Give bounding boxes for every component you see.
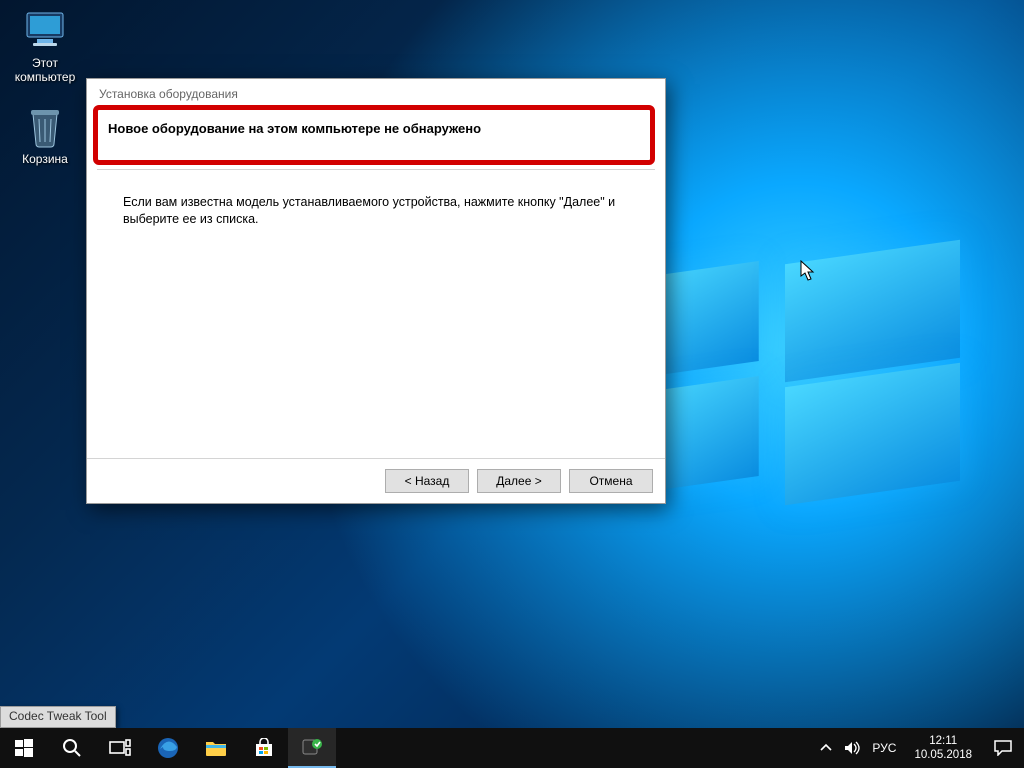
edge-icon (157, 737, 179, 759)
desktop-icon-recycle-bin[interactable]: Корзина (6, 104, 84, 166)
wizard-body-text: Если вам известна модель устанавливаемог… (87, 170, 665, 458)
task-view-button[interactable] (96, 728, 144, 768)
tray-overflow-button[interactable] (820, 742, 832, 754)
taskbar-app-hardware-wizard[interactable] (288, 728, 336, 768)
start-icon (15, 739, 33, 757)
wizard-title: Установка оборудования (87, 79, 665, 107)
file-explorer-icon (205, 739, 227, 757)
tray-volume-button[interactable] (844, 741, 860, 755)
chevron-up-icon (820, 742, 832, 754)
wallpaper-windows-logo (620, 270, 960, 500)
wizard-footer: < Назад Далее > Отмена (87, 458, 665, 503)
search-button[interactable] (48, 728, 96, 768)
mouse-cursor-icon (800, 260, 816, 282)
hardware-wizard-icon (301, 736, 323, 758)
tray-date: 10.05.2018 (914, 748, 972, 762)
tray-time: 12:11 (914, 734, 972, 748)
recycle-bin-icon (23, 104, 67, 148)
desktop: Этоткомпьютер Корзина Codec Tweak Tool У… (0, 0, 1024, 768)
hardware-wizard-window: Установка оборудования Новое оборудовани… (86, 78, 666, 504)
annotation-highlight: Новое оборудование на этом компьютере не… (93, 105, 655, 165)
taskbar-spacer (336, 728, 816, 768)
wizard-heading: Новое оборудование на этом компьютере не… (108, 121, 481, 136)
volume-icon (844, 741, 860, 755)
desktop-icon-label: Корзина (6, 152, 84, 166)
desktop-icon-this-pc[interactable]: Этоткомпьютер (6, 8, 84, 84)
taskbar-tooltip: Codec Tweak Tool (0, 706, 116, 728)
tray-clock[interactable]: 12:11 10.05.2018 (908, 734, 978, 762)
system-tray: РУС 12:11 10.05.2018 (816, 728, 982, 768)
search-icon (62, 738, 82, 758)
store-icon (254, 738, 274, 758)
taskbar-app-store[interactable] (240, 728, 288, 768)
action-center-button[interactable] (982, 728, 1024, 768)
cancel-button[interactable]: Отмена (569, 469, 653, 493)
start-button[interactable] (0, 728, 48, 768)
tray-language-indicator[interactable]: РУС (872, 741, 896, 755)
next-button[interactable]: Далее > (477, 469, 561, 493)
task-view-icon (109, 739, 131, 757)
back-button[interactable]: < Назад (385, 469, 469, 493)
taskbar: РУС 12:11 10.05.2018 (0, 728, 1024, 768)
wizard-header: Новое оборудование на этом компьютере не… (97, 107, 655, 170)
computer-icon (23, 8, 67, 52)
desktop-icon-label: Этоткомпьютер (6, 56, 84, 84)
taskbar-app-edge[interactable] (144, 728, 192, 768)
action-center-icon (994, 740, 1012, 756)
taskbar-app-file-explorer[interactable] (192, 728, 240, 768)
